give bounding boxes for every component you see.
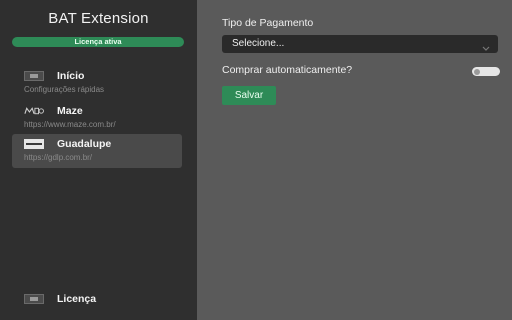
maze-logo-icon [24,106,44,116]
app-root: BAT Extension Licença ativa Início Confi… [0,0,512,320]
sidebar-item-label: Início [57,70,85,82]
sidebar-item-label: Licença [57,293,97,305]
sidebar-item-subtitle: https://www.maze.com.br/ [24,120,116,129]
payment-type-select[interactable]: Selecione... [222,35,498,53]
app-logo-icon [24,71,44,81]
sidebar-item-label: Guadalupe [57,138,112,150]
auto-buy-label: Comprar automaticamente? [222,64,353,76]
sidebar-item-subtitle: Configurações rápidas [24,85,105,94]
sidebar-item-guadalupe[interactable]: Guadalupe https://gdlp.com.br/ [12,134,182,168]
toggle-knob [474,68,480,75]
payment-type-label: Tipo de Pagamento [222,17,314,29]
auto-buy-toggle[interactable] [472,67,500,76]
sidebar-item-maze[interactable]: Maze https://www.maze.com.br/ [12,101,182,135]
payment-type-value: Selecione... [232,38,285,49]
save-button[interactable]: Salvar [222,86,276,105]
sidebar: BAT Extension Licença ativa Início Confi… [0,0,197,320]
sidebar-item-licenca[interactable]: Licença [12,289,182,307]
sidebar-item-label: Maze [57,105,83,117]
sidebar-item-subtitle: https://gdlp.com.br/ [24,153,93,162]
settings-panel: Tipo de Pagamento Selecione... Comprar a… [197,0,512,320]
chevron-down-icon [482,41,490,59]
license-status-badge: Licença ativa [12,37,184,47]
sidebar-item-inicio[interactable]: Início Configurações rápidas [12,66,182,100]
app-title: BAT Extension [48,10,149,27]
app-logo-icon [24,294,44,304]
guadalupe-logo-icon [24,139,44,149]
